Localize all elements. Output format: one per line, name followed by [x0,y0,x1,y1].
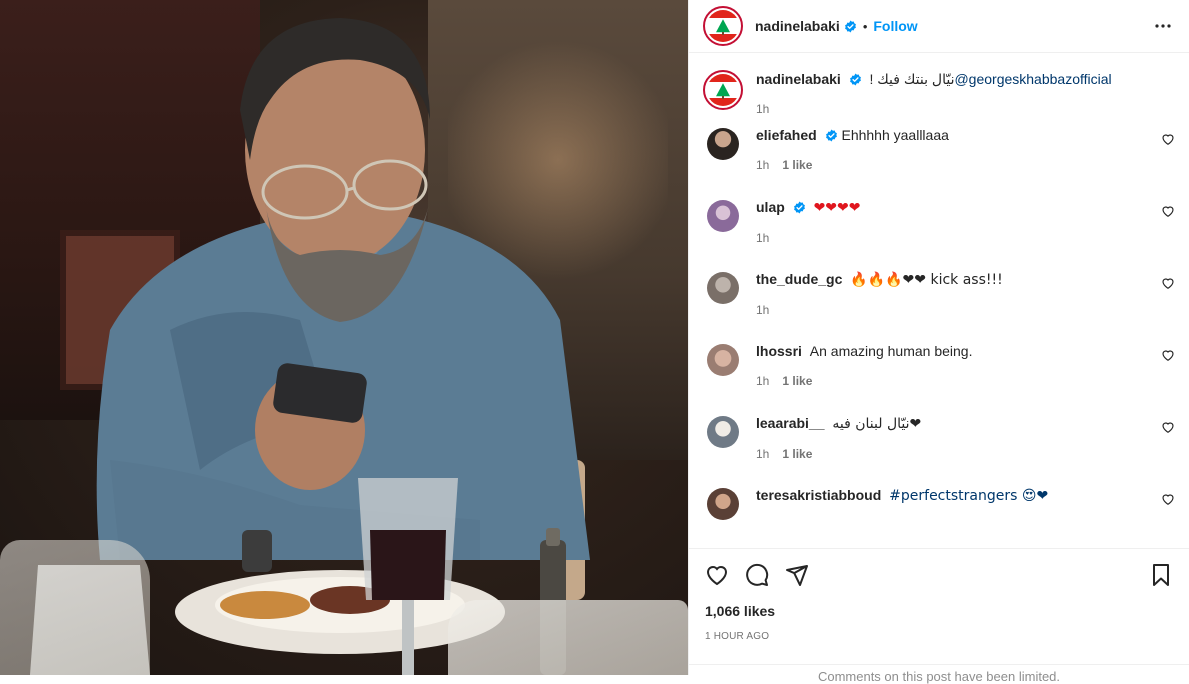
comment-item: lhossri An amazing human being. 1h 1 lik… [689,342,1189,414]
cedar-tree-icon [716,19,730,33]
comment-like-icon[interactable] [1161,276,1175,290]
comment-time[interactable]: 1h [756,158,769,172]
post-actions: 1,066 likes 1 HOUR AGO [689,548,1189,642]
share-icon[interactable] [785,563,809,587]
comment-meta: 1h 1 like [756,447,1175,461]
comment-text-line: teresakristiabboud #perfectstrangers 😍❤ [756,486,1175,505]
comment-like-icon[interactable] [1161,420,1175,434]
commenter-avatar[interactable] [707,488,739,520]
comment-text: #perfectstrangers 😍❤ [889,488,1049,504]
caption-body: nadinelabaki نيّال بنتك فيك ! @georgeskh… [756,70,1175,126]
cedar-trunk [722,32,724,35]
comment-text-line: lhossri An amazing human being. [756,342,1175,360]
post-photo[interactable] [0,0,688,675]
comment-item: ulap ❤❤❤❤ 1h [689,198,1189,270]
comment-username[interactable]: lhossri [756,343,802,359]
comment-text-line: eliefahed Ehhhhh yaalllaaa [756,126,1175,144]
verified-badge-icon [844,20,856,32]
comment-text: An amazing human being. [809,343,973,359]
photo-napkin-right [448,600,688,675]
cedar-tree-icon [716,83,730,97]
likes-count[interactable]: 1,066 likes [705,603,1173,619]
commenter-avatar[interactable] [707,416,739,448]
comment-likes[interactable]: 1 like [782,447,812,461]
post-timestamp[interactable]: 1 HOUR AGO [705,631,1173,642]
comments-list[interactable]: nadinelabaki نيّال بنتك فيك ! @georgeskh… [689,54,1189,548]
verified-badge-icon [849,73,861,86]
caption-time[interactable]: 1h [756,102,769,116]
post-caption: nadinelabaki نيّال بنتك فيك ! @georgeskh… [689,54,1189,126]
more-options-icon[interactable] [1151,14,1175,38]
comment-text-line: ulap ❤❤❤❤ [756,198,1175,217]
commenter-avatar[interactable] [707,344,739,376]
comment-like-icon[interactable] [1161,492,1175,506]
comment-time[interactable]: 1h [756,447,769,461]
comment-text: ❤❤❤❤ [813,200,861,216]
comment-meta: 1h [756,231,1175,245]
comment-item: the_dude_gc 🔥🔥🔥❤❤ kick ass!!! 1h [689,270,1189,342]
instagram-post: nadinelabaki • Follow nadinelabaki نيّال… [0,0,1189,684]
follow-button[interactable]: Follow [873,18,917,34]
comment-icon[interactable] [745,563,769,587]
comment-like-icon[interactable] [1161,132,1175,146]
verified-badge-icon [825,129,837,142]
comment-likes[interactable]: 1 like [782,158,812,172]
commenter-avatar[interactable] [707,128,739,160]
comment-body: ulap ❤❤❤❤ 1h [756,198,1175,270]
comment-username[interactable]: leaarabi__ [756,415,825,431]
photo-napkin-left [0,540,150,675]
comment-item: leaarabi__ ❤نيّال لبنان فيه 1h 1 like [689,414,1189,486]
comment-time[interactable]: 1h [756,303,769,317]
caption-text-line: nadinelabaki نيّال بنتك فيك ! @georgeskh… [756,70,1175,88]
comment-username[interactable]: teresakristiabboud [756,487,881,503]
header-separator: • [862,18,868,34]
comment-username[interactable]: the_dude_gc [756,271,842,287]
comment-meta: 1h [756,303,1175,317]
caption-author-avatar[interactable] [703,70,743,110]
verified-badge-icon [793,201,805,214]
comment-item: eliefahed Ehhhhh yaalllaaa 1h 1 like [689,126,1189,198]
comment-like-icon[interactable] [1161,348,1175,362]
comment-username[interactable]: eliefahed [756,127,817,143]
save-icon[interactable] [1149,563,1173,587]
comment-text: 🔥🔥🔥❤❤ kick ass!!! [850,272,1003,288]
comment-body: the_dude_gc 🔥🔥🔥❤❤ kick ass!!! 1h [756,270,1175,342]
comments-limited-notice: Comments on this post have been limited. [689,664,1189,684]
comment-like-icon[interactable] [1161,204,1175,218]
header-username[interactable]: nadinelabaki [755,18,840,34]
author-avatar[interactable] [703,6,743,46]
comment-likes[interactable]: 1 like [782,374,812,388]
comment-body: teresakristiabboud #perfectstrangers 😍❤ [756,486,1175,548]
comment-time[interactable]: 1h [756,374,769,388]
caption-meta: 1h [756,102,1175,116]
comment-item: teresakristiabboud #perfectstrangers 😍❤ [689,486,1189,548]
commenter-avatar[interactable] [707,272,739,304]
lebanon-flag-avatar-image [707,10,739,42]
comment-username[interactable]: ulap [756,199,785,215]
comment-body: lhossri An amazing human being. 1h 1 lik… [756,342,1175,414]
header-user-block: nadinelabaki • Follow [755,18,918,34]
comment-text-line: the_dude_gc 🔥🔥🔥❤❤ kick ass!!! [756,270,1175,289]
caption-text: نيّال بنتك فيك ! [865,71,955,87]
comment-text-line: leaarabi__ ❤نيّال لبنان فيه [756,414,1175,433]
comment-meta: 1h 1 like [756,158,1175,172]
commenter-avatar[interactable] [707,200,739,232]
caption-mention-link[interactable]: @georgeskhabbazofficial [954,71,1111,87]
comment-body: eliefahed Ehhhhh yaalllaaa 1h 1 like [756,126,1175,198]
comment-meta: 1h 1 like [756,374,1175,388]
comment-text: Ehhhhh yaalllaaa [841,127,949,143]
caption-username[interactable]: nadinelabaki [756,71,841,87]
comment-time[interactable]: 1h [756,231,769,245]
post-side-panel: nadinelabaki • Follow nadinelabaki نيّال… [688,0,1189,684]
lebanon-flag-avatar-image [707,74,739,106]
comment-body: leaarabi__ ❤نيّال لبنان فيه 1h 1 like [756,414,1175,486]
action-icons-row [705,549,1173,601]
like-icon[interactable] [705,563,729,587]
post-header: nadinelabaki • Follow [689,0,1189,53]
comment-text: ❤نيّال لبنان فيه [832,416,922,432]
cedar-trunk [722,96,724,99]
